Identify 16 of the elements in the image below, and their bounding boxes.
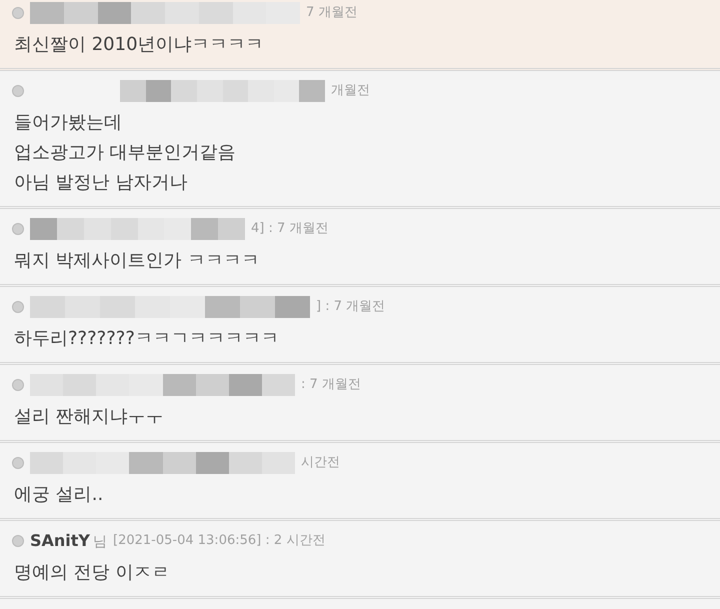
comment-time: : 7 개월전 [301, 376, 361, 394]
username: SAnitY [30, 530, 90, 552]
comment-time: 7 개월전 [306, 4, 358, 22]
comment-time: 시간전 [301, 454, 340, 472]
comment-text: 최신짤이 2010년이냐ㅋㅋㅋㅋ [13, 33, 265, 57]
comment-text: 에궁 설리.. [13, 483, 104, 507]
comment-time: ] : 7 개월전 [316, 298, 386, 316]
comment-time: [2021-05-04 13:06:56] : 2 시간전 [113, 532, 326, 550]
comment-text: 설리 짠해지냐ㅜㅜ [13, 405, 165, 429]
comment-text: 들어가봤는데 업소광고가 대부분인거같음 아님 발정난 남자거나 [13, 111, 237, 195]
comment-time: 개월전 [331, 82, 370, 100]
comment-text: 하두리???????ㅋㅋㄱㅋㅋㅋㅋㅋ [13, 327, 280, 351]
comment-text: 뭐지 박제사이트인가 ㅋㅋㅋㅋ [13, 249, 260, 273]
honorific: 님 [93, 533, 108, 552]
comment-time: 4] : 7 개월전 [251, 220, 328, 238]
comment-text: 명예의 전당 이ㅈㄹ [13, 561, 170, 585]
